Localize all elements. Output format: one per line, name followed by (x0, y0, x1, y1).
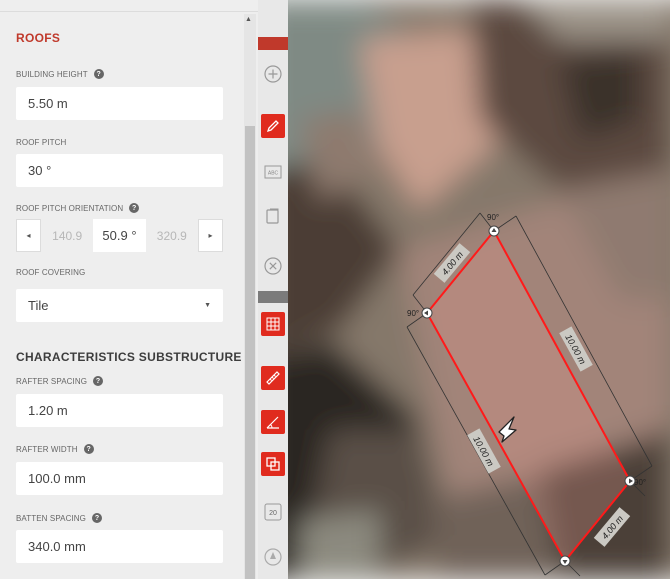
orientation-prev-value[interactable]: 140.9 (41, 229, 93, 243)
zoom-level-button[interactable]: 20 (261, 500, 285, 524)
roof-pitch-orientation-label: ROOF PITCH ORIENTATION ? (16, 203, 140, 213)
angle-label-right: 90° (634, 478, 646, 487)
angle-icon[interactable] (261, 410, 285, 434)
panel-scrollbar[interactable]: ▲ (244, 14, 256, 579)
orientation-prev-button[interactable]: ◂ (16, 219, 41, 252)
abc-label: ABC (268, 171, 279, 177)
batten-spacing-label: BATTEN SPACING ? (16, 513, 103, 523)
roof-covering-label: ROOF COVERING (16, 268, 85, 277)
zoom-level-label: 20 (269, 510, 277, 517)
orientation-next-value[interactable]: 320.9 (146, 229, 198, 243)
copy-icon[interactable] (261, 204, 285, 228)
aerial-map-view[interactable]: 4.00 m 10.00 m 10.00 m 4.00 m 90° 90° 90… (288, 0, 670, 579)
building-height-label: BUILDING HEIGHT ? (16, 69, 104, 79)
angle-label-left: 90° (407, 309, 419, 318)
add-icon[interactable] (261, 62, 285, 86)
orientation-next-button[interactable]: ▸ (197, 219, 223, 252)
ruler-icon[interactable] (261, 366, 285, 390)
aerial-map-canvas[interactable]: 4.00 m 10.00 m 10.00 m 4.00 m 90° 90° 90… (288, 0, 670, 579)
rafter-width-input[interactable]: 100.0 mm (16, 462, 223, 495)
rafter-spacing-label-text: RAFTER SPACING (16, 376, 88, 386)
batten-spacing-label-text: BATTEN SPACING (16, 513, 87, 523)
pencil-icon[interactable] (261, 114, 285, 138)
roof-pitch-label: ROOF PITCH (16, 138, 66, 147)
batten-spacing-input[interactable]: 340.0 mm (16, 530, 223, 563)
map-toolbar: ABC 20 (258, 0, 288, 579)
navigate-icon[interactable] (261, 545, 285, 569)
scroll-up-icon[interactable]: ▲ (245, 16, 252, 23)
section-title-roofs: ROOFS (16, 31, 61, 45)
help-icon[interactable]: ? (92, 513, 103, 523)
orientation-current-value[interactable]: 50.9 ° (93, 219, 146, 252)
rafter-spacing-input[interactable]: 1.20 m (16, 394, 223, 427)
toolbar-accent-strip (258, 37, 288, 50)
toolbar-divider (258, 291, 288, 303)
help-icon[interactable]: ? (93, 376, 104, 386)
divider (0, 11, 258, 12)
roof-covering-label-text: ROOF COVERING (16, 268, 86, 277)
rafter-width-label: RAFTER WIDTH ? (16, 444, 94, 454)
roof-pitch-label-text: ROOF PITCH (16, 138, 67, 147)
grid-icon[interactable] (261, 312, 285, 336)
angle-label-top: 90° (487, 213, 499, 222)
roof-covering-value: Tile (28, 298, 49, 313)
roof-covering-select[interactable]: Tile ▼ (16, 289, 223, 322)
roof-settings-panel: ROOFS BUILDING HEIGHT ? 5.50 m ROOF PITC… (0, 0, 258, 579)
roof-pitch-orientation-stepper: ◂ 140.9 50.9 ° 320.9 ▸ (16, 219, 223, 252)
layers-icon[interactable] (261, 452, 285, 476)
help-icon[interactable]: ? (93, 69, 104, 79)
roof-pitch-input[interactable]: 30 ° (16, 154, 223, 187)
building-height-label-text: BUILDING HEIGHT (16, 69, 88, 79)
text-label-icon[interactable]: ABC (261, 160, 285, 184)
rafter-spacing-label: RAFTER SPACING ? (16, 376, 104, 386)
section-title-substructure: CHARACTERISTICS SUBSTRUCTURE (16, 350, 242, 364)
help-icon[interactable]: ? (83, 444, 94, 454)
roof-pitch-orientation-label-text: ROOF PITCH ORIENTATION (16, 203, 124, 213)
delete-icon[interactable] (261, 254, 285, 278)
rafter-width-label-text: RAFTER WIDTH (16, 444, 78, 454)
help-icon[interactable]: ? (129, 203, 140, 213)
building-height-input[interactable]: 5.50 m (16, 87, 223, 120)
scrollbar-thumb[interactable] (245, 126, 255, 579)
chevron-down-icon: ▼ (204, 302, 211, 309)
